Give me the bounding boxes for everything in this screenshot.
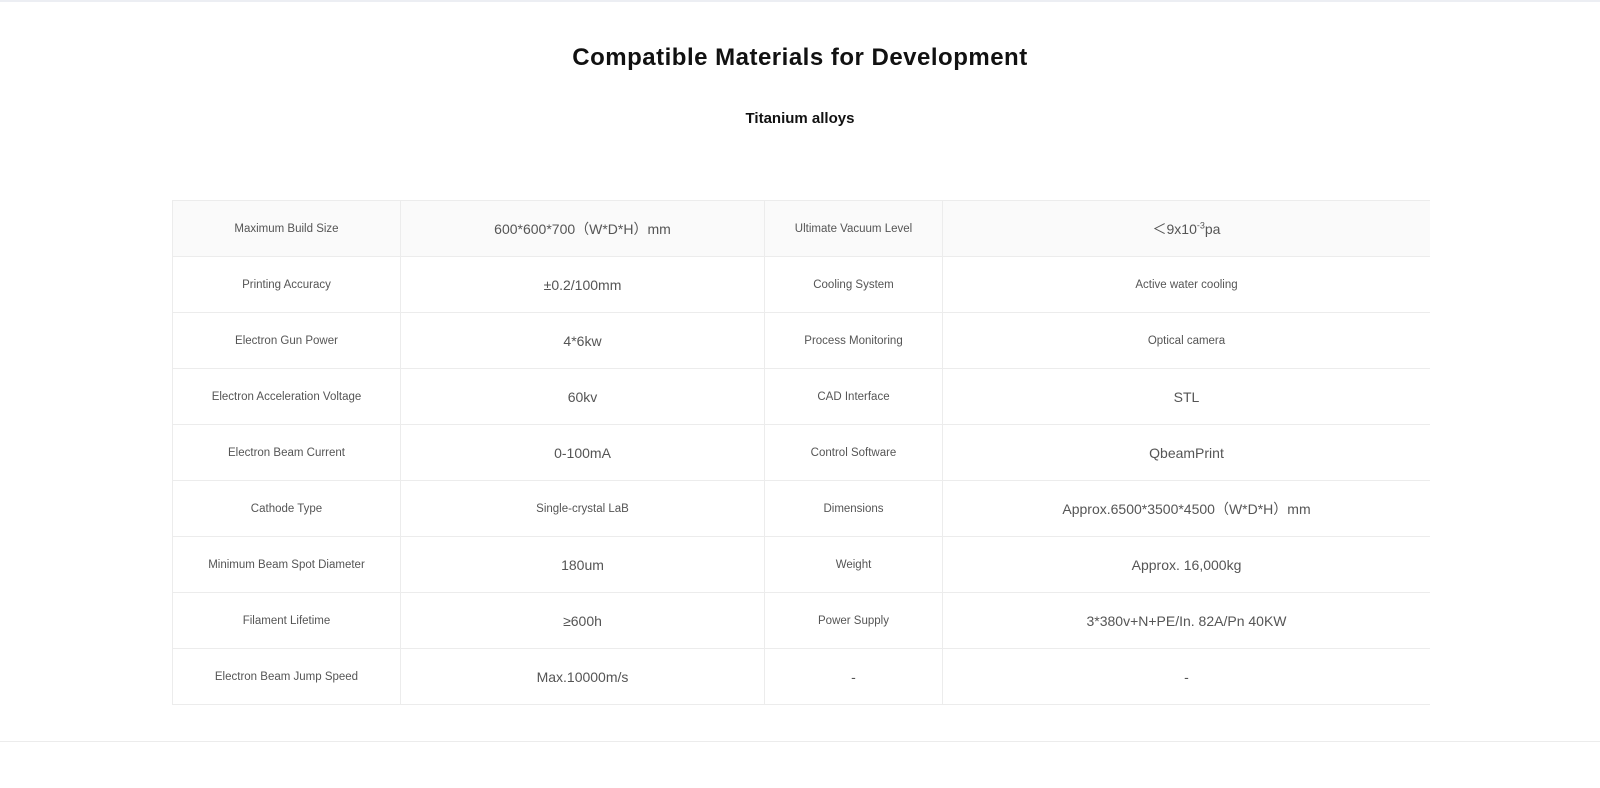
table-row: Maximum Build Size 600*600*700（W*D*H）mm … (172, 200, 1430, 257)
vacuum-unit: pa (1204, 220, 1221, 237)
spec-label: Printing Accuracy (172, 256, 401, 313)
spec-label: Electron Acceleration Voltage (172, 368, 401, 425)
spec-value: Approx.6500*3500*4500（W*D*H）mm (942, 480, 1430, 537)
page: Compatible Materials for Development Tit… (0, 0, 1600, 788)
table-row: Electron Gun Power 4*6kw Process Monitor… (172, 312, 1430, 369)
spec-label: Cathode Type (172, 480, 401, 537)
spec-value: 60kv (400, 368, 765, 425)
table-row: Printing Accuracy ±0.2/100mm Cooling Sys… (172, 256, 1430, 313)
spec-value: 600*600*700（W*D*H）mm (400, 200, 765, 257)
spec-value-vacuum: ＜9x10-3pa (942, 200, 1430, 257)
spec-label: Weight (764, 536, 943, 593)
spec-value: QbeamPrint (942, 424, 1430, 481)
top-divider (0, 0, 1600, 2)
material-subtitle: Titanium alloys (745, 110, 855, 127)
spec-value: Approx. 16,000kg (942, 536, 1430, 593)
spec-label: Control Software (764, 424, 943, 481)
spec-label: - (764, 648, 943, 705)
vacuum-base: ＜9x10 (1152, 220, 1197, 237)
table-row: Cathode Type Single-crystal LaB Dimensio… (172, 480, 1430, 537)
table-row: Electron Beam Current 0-100mA Control So… (172, 424, 1430, 481)
table-row: Minimum Beam Spot Diameter 180um Weight … (172, 536, 1430, 593)
spec-value: ≥600h (400, 592, 765, 649)
spec-label: Electron Beam Jump Speed (172, 648, 401, 705)
spec-label: Minimum Beam Spot Diameter (172, 536, 401, 593)
spec-label: Ultimate Vacuum Level (764, 200, 943, 257)
spec-label: Process Monitoring (764, 312, 943, 369)
spec-value: 180um (400, 536, 765, 593)
spec-table: Maximum Build Size 600*600*700（W*D*H）mm … (172, 200, 1430, 705)
spec-label: CAD Interface (764, 368, 943, 425)
spec-value: 0-100mA (400, 424, 765, 481)
table-row: Electron Beam Jump Speed Max.10000m/s - … (172, 648, 1430, 705)
section-title: Compatible Materials for Development (572, 44, 1028, 71)
spec-table-container: Maximum Build Size 600*600*700（W*D*H）mm … (172, 200, 1430, 714)
spec-value: 4*6kw (400, 312, 765, 369)
spec-value: Optical camera (942, 312, 1430, 369)
spec-label: Dimensions (764, 480, 943, 537)
spec-label: Filament Lifetime (172, 592, 401, 649)
spec-label: Electron Beam Current (172, 424, 401, 481)
table-row: Filament Lifetime ≥600h Power Supply 3*3… (172, 592, 1430, 649)
spec-value: - (942, 648, 1430, 705)
spec-value: Max.10000m/s (400, 648, 765, 705)
spec-value: Single-crystal LaB (400, 480, 765, 537)
bottom-divider (0, 741, 1600, 742)
spec-label: Cooling System (764, 256, 943, 313)
spec-value: Active water cooling (942, 256, 1430, 313)
spec-label: Maximum Build Size (172, 200, 401, 257)
vacuum-exponent: -3 (1196, 219, 1205, 230)
spec-value: ±0.2/100mm (400, 256, 765, 313)
spec-label: Power Supply (764, 592, 943, 649)
table-row: Electron Acceleration Voltage 60kv CAD I… (172, 368, 1430, 425)
spec-value: 3*380v+N+PE/In. 82A/Pn 40KW (942, 592, 1430, 649)
spec-label: Electron Gun Power (172, 312, 401, 369)
spec-value: STL (942, 368, 1430, 425)
